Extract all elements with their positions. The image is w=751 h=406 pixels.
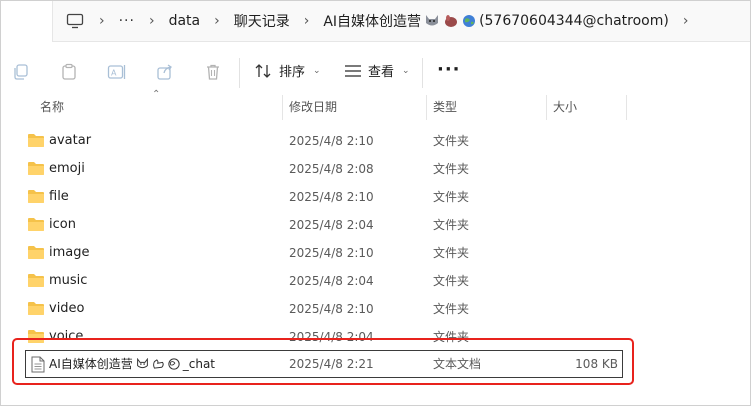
folder-icon: [28, 134, 44, 147]
file-modified: 2025/4/8 2:21: [289, 357, 374, 371]
toolbar-divider: [422, 58, 423, 88]
file-name: file: [49, 189, 69, 204]
folder-icon: [28, 246, 44, 259]
file-name: video: [49, 301, 85, 316]
file-name: AI自媒体创造营 _chat: [49, 351, 215, 377]
sort-ascending-icon: ⌃: [152, 89, 161, 100]
file-modified: 2025/4/8 2:10: [289, 302, 374, 316]
column-divider[interactable]: [282, 95, 283, 120]
emoji-group: [424, 14, 476, 28]
file-size: 108 KB: [575, 357, 618, 371]
folder-icon: [28, 302, 44, 315]
column-divider[interactable]: [626, 95, 627, 120]
folder-icon: [28, 218, 44, 231]
chevron-right-icon: ›: [148, 13, 155, 29]
file-type: 文件夹: [433, 134, 470, 148]
breadcrumb-overflow[interactable]: ···: [119, 13, 135, 29]
breadcrumb-chatroom-id: (57670604344@chatroom): [479, 13, 669, 29]
chevron-right-icon: ›: [682, 13, 689, 29]
file-type: 文件夹: [433, 190, 470, 204]
chevron-right-icon: ›: [99, 13, 105, 29]
chevron-down-icon: ⌄: [313, 65, 321, 76]
folder-icon: [28, 162, 44, 175]
this-pc-icon[interactable]: [65, 11, 85, 31]
rename-icon[interactable]: A: [107, 62, 127, 82]
file-modified: 2025/4/8 2:04: [289, 274, 374, 288]
globe-emoji-icon: [168, 358, 180, 370]
file-type: 文件夹: [433, 218, 470, 232]
sort-label: 排序: [279, 65, 306, 80]
more-options-button[interactable]: ···: [437, 59, 461, 80]
sort-icon: [255, 63, 271, 78]
svg-text:A: A: [111, 69, 117, 78]
list-item[interactable]: video 2025/4/8 2:10 文件夹: [23, 295, 623, 323]
column-header-name[interactable]: 名称: [40, 95, 64, 120]
wolf-emoji-icon: [136, 358, 148, 369]
column-divider[interactable]: [426, 95, 427, 120]
file-name: image: [49, 245, 90, 260]
breadcrumb-item-chat-records[interactable]: 聊天记录: [234, 11, 290, 31]
column-header-modified[interactable]: 修改日期: [289, 95, 337, 120]
address-bar[interactable]: › ··· › data › 聊天记录 › AI自媒体创造营 (57670604…: [52, 1, 750, 42]
file-explorer-window: › ··· › data › 聊天记录 › AI自媒体创造营 (57670604…: [0, 0, 751, 406]
file-type: 文本文档: [433, 357, 482, 371]
file-name-suffix: _chat: [182, 357, 216, 371]
hand-emoji-icon: [152, 359, 164, 369]
breadcrumb-chatroom-name: AI自媒体创造营: [323, 14, 422, 30]
emoji-group: [136, 358, 180, 370]
file-modified: 2025/4/8 2:10: [289, 134, 374, 148]
chevron-right-icon: ›: [303, 13, 310, 29]
file-name: icon: [49, 217, 76, 232]
breadcrumb-item-chatroom[interactable]: AI自媒体创造营 (57670604344@chatroom): [323, 11, 668, 31]
hand-emoji-icon: [445, 15, 458, 27]
file-name: music: [49, 273, 88, 288]
text-document-icon: [31, 356, 45, 373]
globe-emoji-icon: [463, 15, 476, 27]
file-name-prefix: AI自媒体创造营: [49, 357, 133, 371]
column-header-size[interactable]: 大小: [553, 95, 577, 120]
list-item[interactable]: icon 2025/4/8 2:04 文件夹: [23, 211, 623, 239]
folder-icon: [28, 274, 44, 287]
file-name: emoji: [49, 161, 85, 176]
delete-icon[interactable]: [203, 62, 223, 82]
chevron-down-icon: ⌄: [402, 65, 410, 76]
column-header-row: ⌃ 名称 修改日期 类型 大小: [1, 89, 750, 120]
view-label: 查看: [368, 65, 395, 80]
column-header-type[interactable]: 类型: [433, 95, 457, 120]
command-bar: A 排序 ⌄ 查看 ⌄ ···: [1, 42, 750, 102]
file-modified: 2025/4/8 2:04: [289, 218, 374, 232]
wolf-emoji-icon: [426, 15, 439, 26]
file-modified: 2025/4/8 2:10: [289, 190, 374, 204]
selected-list-item[interactable]: AI自媒体创造营 _chat 2025/4/8 2:21 文本文档 108 KB: [25, 350, 623, 378]
file-modified: 2025/4/8 2:08: [289, 162, 374, 176]
column-divider[interactable]: [546, 95, 547, 120]
paste-icon[interactable]: [59, 62, 79, 82]
list-item[interactable]: emoji 2025/4/8 2:08 文件夹: [23, 155, 623, 183]
file-type: 文件夹: [433, 274, 470, 288]
list-item[interactable]: music 2025/4/8 2:04 文件夹: [23, 267, 623, 295]
file-type: 文件夹: [433, 302, 470, 316]
file-name: avatar: [49, 133, 92, 148]
list-item[interactable]: image 2025/4/8 2:10 文件夹: [23, 239, 623, 267]
file-modified: 2025/4/8 2:10: [289, 246, 374, 260]
file-type: 文件夹: [433, 162, 470, 176]
breadcrumb-item-data[interactable]: data: [169, 13, 201, 29]
share-icon[interactable]: [155, 62, 175, 82]
copy-icon[interactable]: [11, 62, 31, 82]
view-button[interactable]: 查看 ⌄: [344, 61, 410, 80]
view-icon: [345, 64, 361, 77]
toolbar-divider: [239, 58, 240, 88]
chevron-right-icon: ›: [214, 13, 220, 29]
list-item[interactable]: avatar 2025/4/8 2:10 文件夹: [23, 127, 623, 155]
list-item[interactable]: file 2025/4/8 2:10 文件夹: [23, 183, 623, 211]
folder-icon: [28, 190, 44, 203]
file-type: 文件夹: [433, 246, 470, 260]
sort-button[interactable]: 排序 ⌄: [255, 61, 321, 80]
